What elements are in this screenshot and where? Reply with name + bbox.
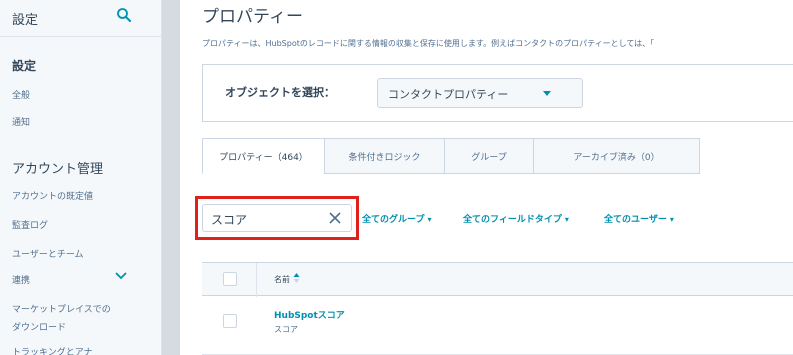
search-highlight-frame <box>195 196 359 240</box>
filter-all-groups-label: 全てのグループ <box>362 215 425 225</box>
filter-all-groups[interactable]: 全てのグループ ▾ <box>362 212 431 225</box>
filter-all-users-label: 全てのユーザー <box>604 215 667 225</box>
column-divider <box>256 263 257 297</box>
app-root: 設定 設定 全般 通知 アカウント管理 アカウントの既定値 監査ログ ユーザーと… <box>0 0 793 355</box>
page-description: プロパティーは、HubSpotのレコードに関する情報の収集と保存に使用します。例… <box>202 39 655 48</box>
main-content: プロパティー プロパティーは、HubSpotのレコードに関する情報の収集と保存に… <box>180 0 793 355</box>
filter-all-field-types-label: 全てのフィールドタイプ <box>463 215 562 225</box>
sidebar-header: 設定 <box>12 13 39 28</box>
sidebar-item-users-teams[interactable]: ユーザーとチーム <box>12 247 84 260</box>
sidebar-item-general[interactable]: 全般 <box>12 88 30 101</box>
table-header: 名前 <box>202 262 793 297</box>
tab-archived[interactable]: アーカイブ済み（0） <box>533 138 700 174</box>
sidebar-item-marketplace-downloads[interactable]: ダウンロード <box>12 320 66 333</box>
sort-icon[interactable] <box>293 272 300 284</box>
page-title: プロパティー <box>202 7 303 27</box>
tab-conditional-logic[interactable]: 条件付きロジック <box>324 138 445 174</box>
caret-down-icon: ▾ <box>427 215 432 224</box>
chevron-down-icon[interactable] <box>115 271 127 281</box>
column-header-name[interactable]: 名前 <box>274 274 290 285</box>
sidebar-item-tracking[interactable]: トラッキングとアナ <box>12 345 93 355</box>
filter-all-users[interactable]: 全てのユーザー ▾ <box>604 212 674 225</box>
property-group-label: スコア <box>274 325 298 334</box>
row-checkbox[interactable] <box>223 314 237 328</box>
sidebar-item-audit-log[interactable]: 監査ログ <box>12 218 48 231</box>
property-name-link[interactable]: HubSpotスコア <box>274 308 345 321</box>
object-select-dropdown[interactable]: コンタクトプロパティー <box>377 78 583 108</box>
filter-all-field-types[interactable]: 全てのフィールドタイプ ▾ <box>463 212 569 225</box>
sidebar-divider <box>0 36 162 37</box>
table-row[interactable]: HubSpotスコア スコア <box>202 296 793 355</box>
object-select-value: コンタクトプロパティー <box>388 88 509 101</box>
sidebar-item-account-defaults[interactable]: アカウントの既定値 <box>12 189 93 202</box>
sidebar-item-notifications[interactable]: 通知 <box>12 115 30 128</box>
settings-sidebar: 設定 設定 全般 通知 アカウント管理 アカウントの既定値 監査ログ ユーザーと… <box>0 0 162 355</box>
search-icon[interactable] <box>116 7 132 23</box>
caret-down-icon: ▾ <box>564 215 569 224</box>
tab-properties[interactable]: プロパティー（464） <box>202 138 325 174</box>
sidebar-item-marketplace[interactable]: マーケットプレイスでの <box>12 302 111 315</box>
sidebar-section-settings: 設定 <box>12 59 37 73</box>
sidebar-item-integrations[interactable]: 連携 <box>12 273 30 286</box>
select-all-checkbox[interactable] <box>223 272 237 286</box>
object-select-label: オブジェクトを選択： <box>225 86 335 99</box>
sidebar-separator <box>162 0 180 355</box>
sidebar-section-account: アカウント管理 <box>12 162 104 177</box>
caret-down-icon: ▾ <box>669 215 674 224</box>
tab-groups[interactable]: グループ <box>444 138 534 174</box>
caret-down-icon <box>543 91 551 96</box>
object-selector-panel: オブジェクトを選択： コンタクトプロパティー <box>202 64 793 122</box>
